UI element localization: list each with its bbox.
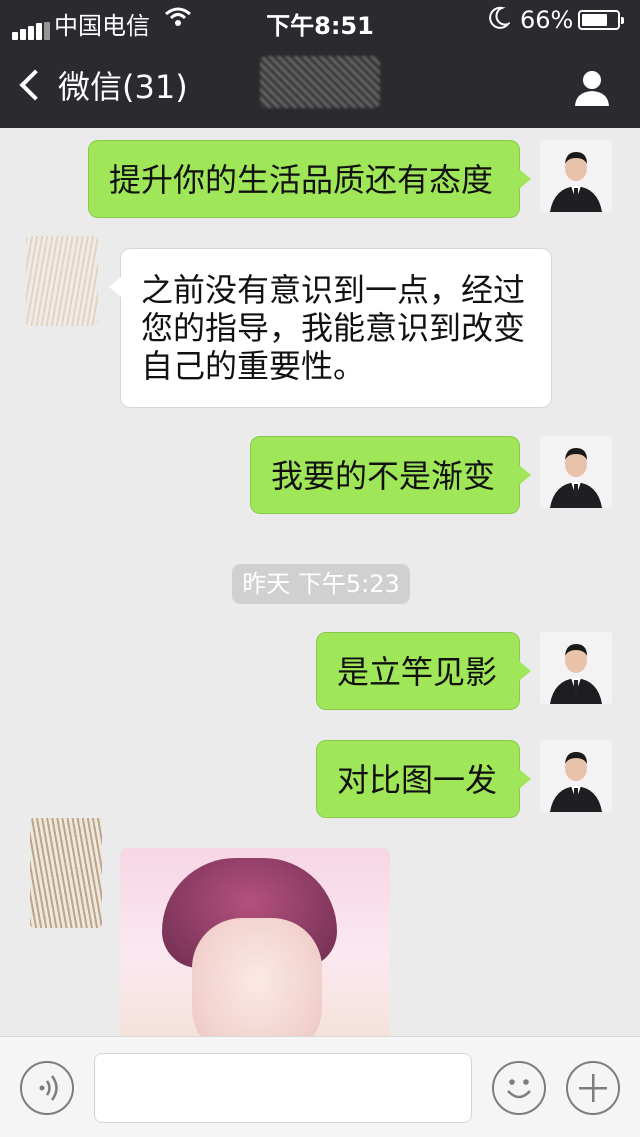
- my-avatar[interactable]: [540, 140, 612, 212]
- message-text: 对比图一发: [337, 761, 498, 799]
- photo-face: [192, 918, 322, 1036]
- message-bubble-received[interactable]: 之前没有意识到一点，经过您的指导，我能意识到改变自己的重要性。: [109, 248, 552, 408]
- chevron-left-icon: [19, 69, 51, 101]
- do-not-disturb-icon: [488, 6, 511, 36]
- emoji-button[interactable]: [492, 1061, 546, 1115]
- battery-icon: [578, 10, 624, 30]
- message-text: 我要的不是渐变: [271, 457, 496, 495]
- contact-avatar[interactable]: [26, 236, 98, 326]
- voice-button[interactable]: [20, 1061, 74, 1115]
- battery-percentage: 66%: [520, 6, 574, 34]
- nav-bar: 微信(31): [0, 40, 640, 128]
- status-bar: 中国电信 下午8:51 66%: [0, 0, 640, 40]
- message-bubble-sent[interactable]: 我要的不是渐变: [250, 436, 531, 514]
- image-message[interactable]: [120, 848, 390, 1036]
- message-bubble-sent[interactable]: 是立竿见影: [316, 632, 531, 710]
- more-button[interactable]: [566, 1061, 620, 1115]
- message-text: 提升你的生活品质还有态度: [109, 161, 494, 199]
- back-button[interactable]: 微信(31): [19, 62, 188, 108]
- timestamp-pill: 昨天 下午5:23: [232, 564, 410, 604]
- emoji-icon: [507, 1079, 531, 1099]
- person-icon: [575, 71, 609, 106]
- message-input[interactable]: [94, 1053, 472, 1123]
- plus-icon: [579, 1074, 607, 1102]
- my-avatar[interactable]: [540, 740, 612, 812]
- my-avatar[interactable]: [540, 632, 612, 704]
- chat-area[interactable]: 提升你的生活品质还有态度 之前没有意识到一点，经过您的指导，我能意识到改变自己的…: [0, 128, 640, 1036]
- message-text: 是立竿见影: [337, 653, 498, 691]
- back-label: 微信(31): [58, 68, 188, 106]
- message-text: 之前没有意识到一点，经过您的指导，我能意识到改变自己的重要性。: [141, 271, 526, 385]
- message-bubble-sent[interactable]: 对比图一发: [316, 740, 531, 818]
- contact-profile-button[interactable]: [572, 68, 612, 108]
- top-bar: 中国电信 下午8:51 66% 微信(31): [0, 0, 640, 128]
- my-avatar[interactable]: [540, 436, 612, 508]
- message-bubble-sent[interactable]: 提升你的生活品质还有态度: [88, 140, 531, 218]
- input-bar: [0, 1036, 640, 1137]
- chat-title-redacted: [260, 56, 380, 108]
- contact-avatar[interactable]: [30, 818, 102, 928]
- voice-icon: [39, 1075, 58, 1101]
